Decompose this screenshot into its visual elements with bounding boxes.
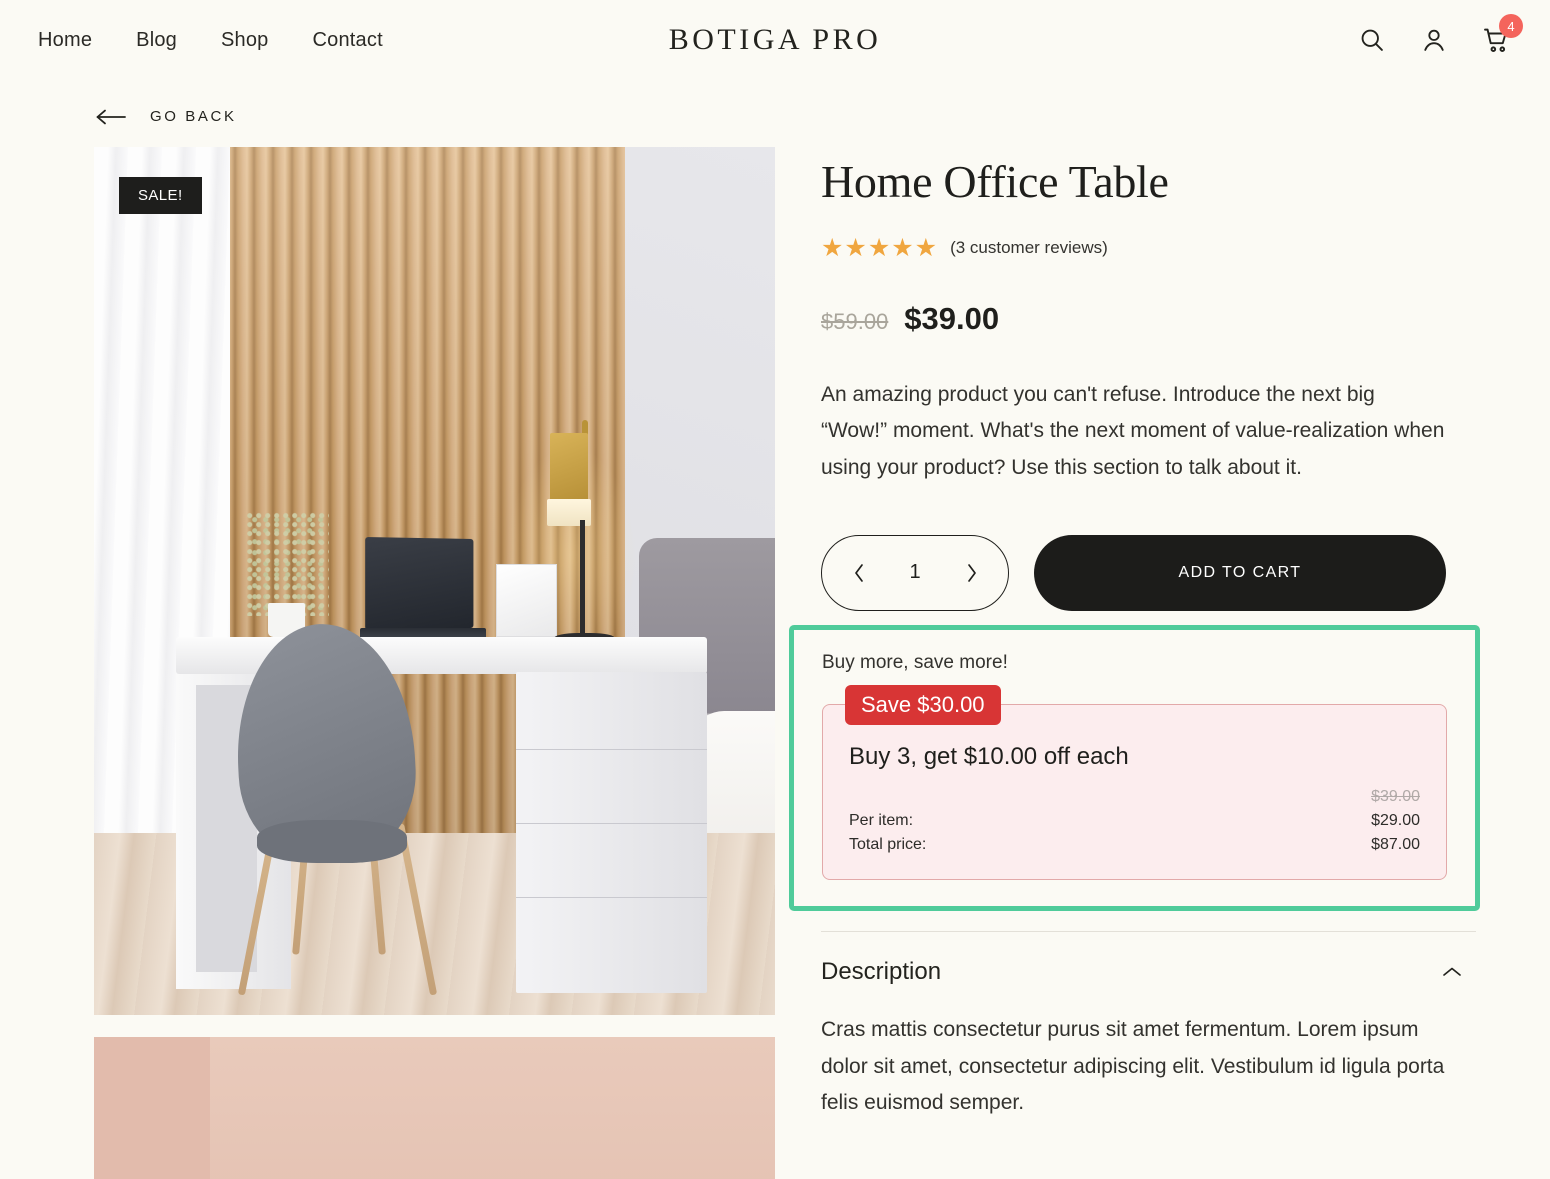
product-gallery: SALE! (94, 147, 775, 1179)
row-label: Total price: (849, 835, 927, 853)
chevron-left-icon (853, 563, 866, 583)
row-value: $29.00 (1371, 811, 1420, 829)
site-header: Home Blog Shop Contact BOTIGA PRO 4 (0, 0, 1550, 80)
go-back-link[interactable]: GO BACK (96, 108, 237, 125)
bulk-offer-tier[interactable]: Save $30.00 Buy 3, get $10.00 off each $… (822, 684, 1447, 880)
purchase-controls: 1 ADD TO CART (821, 534, 1480, 611)
quantity-value: 1 (909, 561, 921, 584)
customer-reviews-link[interactable]: (3 customer reviews) (950, 238, 1108, 258)
user-account-icon (1420, 26, 1448, 54)
quantity-increase-button[interactable] (958, 553, 984, 593)
nav-item-blog[interactable]: Blog (136, 29, 177, 52)
description-accordion-body: Cras mattis consectetur purus sit amet f… (821, 1017, 1445, 1115)
bulk-offer-panel: Buy more, save more! Save $30.00 Buy 3, … (789, 624, 1480, 911)
price-sale: $39.00 (904, 300, 1000, 336)
save-badge: Save $30.00 (845, 684, 1001, 725)
price-original: $59.00 (821, 308, 889, 334)
table-row: Per item: $29.00 (849, 809, 1420, 833)
product-photo-scene (94, 147, 775, 1015)
quantity-decrease-button[interactable] (846, 553, 872, 593)
description-accordion-toggle[interactable]: Description (821, 932, 1476, 1012)
bulk-offer-price-table: $39.00 Per item: $29.00 Total price: $87… (849, 785, 1420, 857)
row-value: $87.00 (1371, 835, 1420, 853)
cart-count-badge: 4 (1499, 14, 1523, 38)
add-to-cart-button[interactable]: ADD TO CART (1034, 534, 1446, 611)
account-button[interactable] (1418, 24, 1450, 56)
table-row: $39.00 (849, 785, 1420, 809)
nav-item-shop[interactable]: Shop (221, 29, 269, 52)
primary-navigation: Home Blog Shop Contact (38, 29, 383, 52)
quantity-stepper[interactable]: 1 (821, 534, 1009, 611)
accordion-title: Description (821, 957, 942, 985)
product-page: Home Blog Shop Contact BOTIGA PRO 4 GO B… (0, 0, 1550, 1179)
go-back-label: GO BACK (150, 108, 237, 125)
row-label: Per item: (849, 811, 914, 829)
chevron-right-icon (965, 563, 978, 583)
table-row: Total price: $87.00 (849, 833, 1420, 857)
header-actions: 4 (1356, 14, 1523, 56)
sale-badge: SALE! (119, 177, 202, 214)
row-value: $39.00 (1371, 787, 1420, 805)
cart-button[interactable]: 4 (1480, 14, 1523, 56)
chevron-up-icon (1442, 966, 1462, 978)
rating-stars: ★★★★★ (821, 233, 939, 262)
bulk-offer-tier-title: Buy 3, get $10.00 off each (849, 742, 1129, 770)
product-summary: Home Office Table ★★★★★ (3 customer revi… (789, 147, 1480, 1142)
search-icon (1358, 26, 1386, 54)
bulk-offer-heading: Buy more, save more! (822, 651, 1008, 673)
search-button[interactable] (1356, 24, 1388, 56)
nav-item-home[interactable]: Home (38, 29, 92, 52)
product-short-description: An amazing product you can't refuse. Int… (821, 382, 1445, 480)
product-title: Home Office Table (821, 156, 1169, 207)
product-image-primary[interactable]: SALE! (94, 147, 775, 1015)
product-price: $59.00 $39.00 (821, 301, 1480, 337)
arrow-left-icon (96, 109, 128, 125)
nav-item-contact[interactable]: Contact (313, 29, 383, 52)
product-rating: ★★★★★ (3 customer reviews) (821, 233, 1480, 262)
product-image-secondary[interactable] (94, 1037, 775, 1179)
site-logo-text: BOTIGA PRO (668, 23, 882, 56)
product-main: SALE! Home Office Table ★★★★★ (3 custome… (0, 125, 1550, 1179)
